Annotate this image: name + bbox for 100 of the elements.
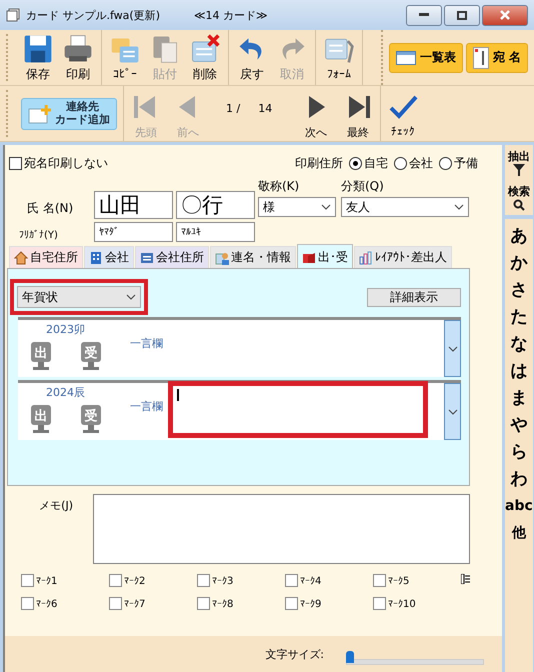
maximize-button[interactable] — [444, 4, 480, 26]
field-label: 敬称(K) — [258, 178, 300, 195]
add-card-button[interactable]: 連絡先 カード追加 — [21, 98, 117, 130]
index-tab[interactable]: 他 — [512, 520, 526, 547]
close-button[interactable] — [482, 4, 528, 26]
index-tab[interactable]: な — [510, 331, 528, 358]
field-label: 分類(Q) — [341, 178, 385, 195]
window-title: カード サンプル.fwa(更新) — [26, 8, 160, 22]
page-total: 14 — [258, 102, 272, 115]
mark-checkbox[interactable]: ﾏｰｸ2 — [109, 574, 197, 587]
list-view-button[interactable]: 一覧表 — [388, 42, 463, 72]
index-tab[interactable]: あ — [510, 223, 528, 250]
address-view-button[interactable]: 宛 名 — [466, 42, 528, 72]
font-size-label: 文字サイズ: — [265, 646, 324, 662]
house-icon — [14, 250, 28, 264]
radio-label: 自宅 — [364, 155, 388, 172]
add-card-icon — [28, 104, 52, 124]
font-size-slider[interactable] — [344, 651, 484, 665]
filter-icon — [512, 164, 525, 176]
chevron-icon — [448, 346, 458, 352]
mark-checkbox[interactable]: ﾏｰｸ9 — [285, 597, 373, 610]
index-tab[interactable]: さ — [510, 277, 528, 304]
tab[interactable]: 出･受 — [297, 244, 353, 268]
mark-checkbox[interactable]: ﾏｰｸ6 — [21, 597, 109, 610]
tab[interactable]: 会社 — [84, 246, 134, 268]
field-label: メモ(J) — [38, 498, 73, 514]
name-field[interactable]: 〇行 — [176, 191, 255, 219]
save-button[interactable]: 保存 — [19, 32, 57, 82]
index-tab[interactable]: か — [510, 250, 528, 277]
mailbox-icon — [302, 250, 316, 264]
delete-icon — [189, 32, 221, 64]
field-label: ﾌﾘｶﾞﾅ(Y) — [19, 229, 59, 241]
mark-checkbox[interactable]: ﾏｰｸ1 — [21, 574, 109, 587]
sort-icon[interactable] — [461, 574, 470, 584]
mark-checkbox[interactable]: ﾏｰｸ10 — [373, 597, 461, 610]
print-button[interactable]: 印刷 — [59, 32, 97, 82]
slider-thumb[interactable] — [346, 651, 354, 663]
checkbox-label: 宛名印刷しない — [24, 155, 108, 172]
search-icon — [512, 199, 525, 211]
index-tab[interactable]: ら — [510, 439, 528, 466]
chevron-icon — [321, 204, 331, 210]
comment-field[interactable] — [168, 381, 428, 438]
minimize-icon — [419, 13, 429, 17]
table-icon — [396, 50, 416, 64]
delete-button[interactable]: 削除 — [186, 32, 224, 82]
building-icon — [89, 250, 103, 264]
undo-button[interactable]: 戻す — [233, 32, 271, 82]
bar-chart-icon — [359, 250, 373, 264]
furigana-field[interactable]: ﾔﾏﾀﾞ — [94, 222, 173, 242]
radio-label: 会社 — [409, 155, 433, 172]
category-dropdown[interactable]: 友人 — [341, 197, 469, 217]
index-tab[interactable]: や — [510, 412, 528, 439]
index-tab[interactable]: ま — [510, 385, 528, 412]
mark-checkbox[interactable]: ﾏｰｸ3 — [197, 574, 285, 587]
card-icon — [140, 250, 154, 264]
card-type-dropdown[interactable]: 年賀状 — [17, 286, 141, 308]
checkbox[interactable] — [9, 157, 22, 170]
radio-button[interactable] — [439, 157, 452, 170]
radio-label: 予備 — [454, 155, 478, 172]
copy-button[interactable]: ｺﾋﾟｰ — [106, 34, 144, 81]
search-button[interactable]: 検索 — [508, 184, 530, 211]
mark-checkbox[interactable]: ﾏｰｸ8 — [197, 597, 285, 610]
chevron-icon — [126, 294, 136, 300]
next-button[interactable]: 次へ — [298, 92, 334, 140]
minimize-button[interactable] — [406, 4, 442, 26]
last-button[interactable]: 最終 — [340, 92, 376, 140]
comment-label: 一言欄 — [130, 336, 164, 352]
maximize-icon — [457, 10, 467, 20]
person-icon — [215, 250, 229, 264]
year-label: 2024辰 — [45, 385, 86, 400]
chevron-icon — [454, 204, 464, 210]
mark-checkbox[interactable]: ﾏｰｸ7 — [109, 597, 197, 610]
filter-button[interactable]: 抽出 — [508, 149, 530, 176]
detail-button[interactable]: 詳細表示 — [367, 288, 461, 306]
tab[interactable]: 自宅住所 — [9, 246, 83, 268]
furigana-field[interactable]: ﾏﾙﾕｷ — [176, 222, 255, 242]
printer-icon — [62, 32, 94, 64]
index-tab[interactable]: た — [510, 304, 528, 331]
mark-checkbox[interactable]: ﾏｰｸ4 — [285, 574, 373, 587]
document-icon — [6, 8, 20, 22]
form-button[interactable]: ﾌｫｰﾑ — [320, 34, 358, 81]
name-field[interactable]: 山田 — [94, 191, 173, 219]
index-tab[interactable]: わ — [510, 466, 528, 493]
mark-checkbox[interactable]: ﾏｰｸ5 — [373, 574, 461, 587]
expand-button[interactable] — [444, 383, 461, 440]
radio-button[interactable] — [349, 157, 362, 170]
index-tab[interactable]: abc — [505, 493, 533, 520]
honorific-dropdown[interactable]: 様 — [258, 197, 336, 217]
tab[interactable]: 会社住所 — [135, 246, 209, 268]
check-button[interactable]: ﾁｪｯｸ — [385, 92, 422, 141]
index-tab[interactable]: は — [510, 358, 528, 385]
field-label: 印刷住所 — [295, 155, 343, 172]
field-label: 氏 名(N) — [26, 200, 74, 217]
memo-field[interactable] — [93, 494, 470, 564]
expand-button[interactable] — [444, 320, 461, 377]
chevron-icon — [448, 408, 458, 414]
radio-button[interactable] — [394, 157, 407, 170]
tab[interactable]: 連名・情報 — [210, 246, 296, 268]
year-label: 2023卯 — [45, 322, 86, 337]
tab[interactable]: ﾚｲｱｳﾄ･差出人 — [354, 246, 452, 268]
